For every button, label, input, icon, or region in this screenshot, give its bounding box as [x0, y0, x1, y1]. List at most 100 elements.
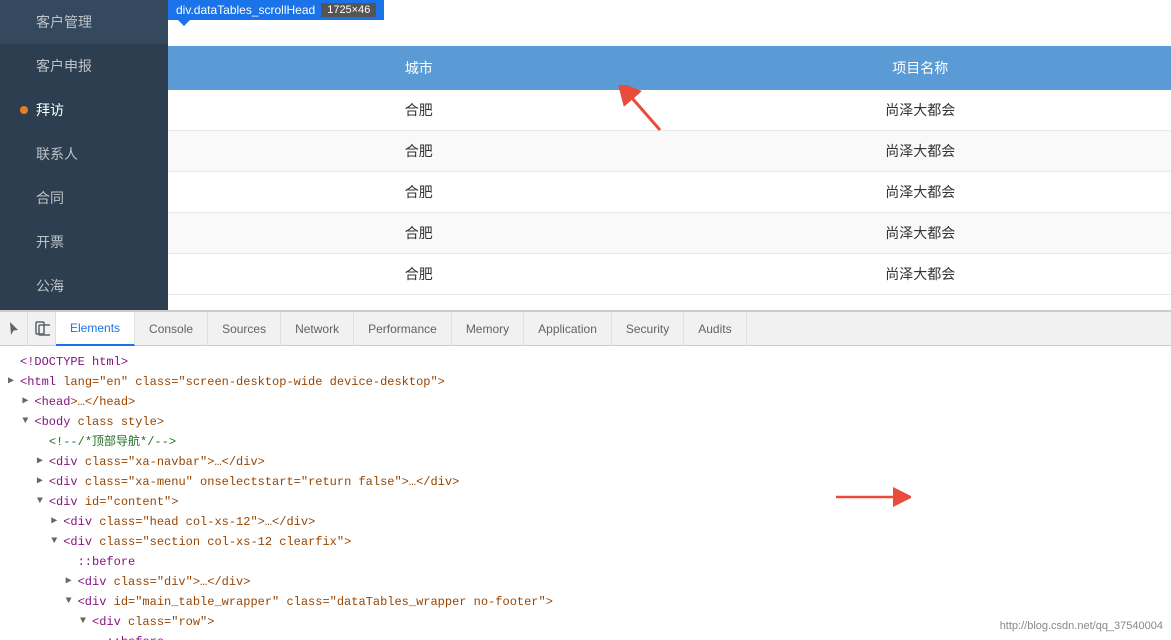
code-line-1: ▶<!DOCTYPE html> [0, 352, 1171, 372]
code-line-8: <div id="content"> [0, 492, 1171, 512]
indent [8, 453, 37, 471]
expand-icon[interactable] [37, 473, 49, 491]
table-header-city: 城市 [168, 46, 670, 90]
devtools-tab-performance[interactable]: Performance [354, 312, 452, 346]
red-arrow-top [610, 85, 670, 138]
code-line-13: <div id="main_table_wrapper" class="data… [0, 592, 1171, 612]
tag-name: <div [78, 593, 107, 611]
expand-icon[interactable] [22, 393, 34, 411]
collapse-icon[interactable] [37, 493, 49, 511]
sidebar-item-applications[interactable]: 客户申报 [0, 44, 168, 88]
indent [8, 493, 37, 511]
expand-icon[interactable] [51, 513, 63, 531]
collapse-icon[interactable] [22, 413, 34, 431]
tag-name: <head [34, 393, 70, 411]
devtools-tab-memory[interactable]: Memory [452, 312, 524, 346]
devtools-code-panel: ▶<!DOCTYPE html><html lang="en" class="s… [0, 346, 1171, 640]
attr-text: >…</head> [70, 393, 135, 411]
collapse-icon[interactable] [51, 533, 63, 551]
red-arrow-bottom [831, 477, 911, 520]
sidebar-item-label: 拜访 [36, 100, 64, 120]
sidebar-item-contacts[interactable]: 联系人 [0, 132, 168, 176]
table-cell-project: 尚泽大都会 [670, 254, 1171, 294]
tag-text: ::before [78, 553, 136, 571]
element-tooltip: div.dataTables_scrollHead 1725×46 [168, 0, 384, 20]
attr-text: id="content"> [78, 493, 179, 511]
table-cell-city: 合肥 [168, 254, 670, 294]
devtools-tab-elements[interactable]: Elements [56, 312, 135, 346]
tooltip-dimensions: 1725×46 [321, 3, 376, 17]
sidebar-item-label: 联系人 [36, 144, 78, 164]
attr-text: class style> [70, 413, 164, 431]
comment-text: <!--/*顶部导航*/--> [49, 433, 176, 451]
table-row: 合肥 尚泽大都会 [168, 254, 1171, 295]
collapse-icon[interactable] [66, 593, 78, 611]
table-cell-city: 合肥 [168, 213, 670, 253]
indent [8, 473, 37, 491]
sidebar-item-visits[interactable]: 拜访 [0, 88, 168, 132]
indent [8, 593, 66, 611]
devtools-tab-console[interactable]: Console [135, 312, 208, 346]
tag-name: <body [34, 413, 70, 431]
code-line-2: <html lang="en" class="screen-desktop-wi… [0, 372, 1171, 392]
devtools-device-icon[interactable] [28, 312, 56, 346]
code-line-11: ▶::before [0, 552, 1171, 572]
sidebar-item-label: 开票 [36, 232, 64, 252]
tag-name: <html [20, 373, 56, 391]
table-cell-project: 尚泽大都会 [670, 90, 1171, 130]
tooltip-element-name: div.dataTables_scrollHead [176, 3, 315, 17]
attr-text: class="row"> [121, 613, 215, 631]
tag-name: <div [49, 473, 78, 491]
code-line-4: <body class style> [0, 412, 1171, 432]
table-header-project: 项目名称 [670, 46, 1171, 90]
devtools-tab-network[interactable]: Network [281, 312, 354, 346]
sidebar-item-outgoing[interactable]: 公海 [0, 264, 168, 308]
indent [8, 633, 94, 640]
sidebar-item-label: 客户申报 [36, 56, 92, 76]
code-line-5: ▶<!--/*顶部导航*/--> [0, 432, 1171, 452]
active-dot-icon [20, 106, 28, 114]
indent [8, 573, 66, 591]
table-row: 合肥 尚泽大都会 [168, 213, 1171, 254]
code-line-6: <div class="xa-navbar">…</div> [0, 452, 1171, 472]
attr-text: lang="en" class="screen-desktop-wide dev… [56, 373, 445, 391]
tag-name: <div [49, 493, 78, 511]
devtools-tab-application[interactable]: Application [524, 312, 612, 346]
table-cell-project: 尚泽大都会 [670, 172, 1171, 212]
watermark: http://blog.csdn.net/qq_37540004 [1000, 620, 1163, 632]
devtools-tab-security[interactable]: Security [612, 312, 684, 346]
attr-text: class="xa-menu" onselectstart="return fa… [78, 473, 460, 491]
indent [8, 533, 51, 551]
attr-text: class="section col-xs-12 clearfix"> [92, 533, 351, 551]
tag-name: <div [49, 453, 78, 471]
sidebar-item-label: 公海 [36, 276, 64, 296]
devtools-tab-sources[interactable]: Sources [208, 312, 281, 346]
expand-icon[interactable] [37, 453, 49, 471]
code-line-7: <div class="xa-menu" onselectstart="retu… [0, 472, 1171, 492]
devtools-tab-audits[interactable]: Audits [684, 312, 746, 346]
devtools-cursor-icon[interactable] [0, 312, 28, 346]
sidebar-item-contracts[interactable]: 合同 [0, 176, 168, 220]
table-row: 合肥 尚泽大都会 [168, 172, 1171, 213]
tag-text: ::before [106, 633, 164, 640]
collapse-icon[interactable] [80, 613, 92, 631]
code-line-14: <div class="row"> [0, 612, 1171, 632]
sidebar-item-label: 客户管理 [36, 12, 92, 32]
indent [8, 513, 51, 531]
code-line-10: <div class="section col-xs-12 clearfix"> [0, 532, 1171, 552]
table-cell-city: 合肥 [168, 172, 670, 212]
devtools-panel: ElementsConsoleSourcesNetworkPerformance… [0, 310, 1171, 640]
sidebar-item-invoices[interactable]: 开票 [0, 220, 168, 264]
code-line-15: ▶::before [0, 632, 1171, 640]
table-cell-city: 合肥 [168, 131, 670, 171]
expand-icon[interactable] [8, 373, 20, 391]
indent [8, 613, 80, 631]
attr-text: class="xa-navbar">…</div> [78, 453, 265, 471]
attr-text: class="head col-xs-12">…</div> [92, 513, 315, 531]
attr-text: id="main_table_wrapper" class="dataTable… [106, 593, 552, 611]
tag-name: <div [92, 613, 121, 631]
code-line-12: <div class="div">…</div> [0, 572, 1171, 592]
expand-icon[interactable] [66, 573, 78, 591]
code-line-3: <head>…</head> [0, 392, 1171, 412]
sidebar-item-customers[interactable]: 客户管理 [0, 0, 168, 44]
